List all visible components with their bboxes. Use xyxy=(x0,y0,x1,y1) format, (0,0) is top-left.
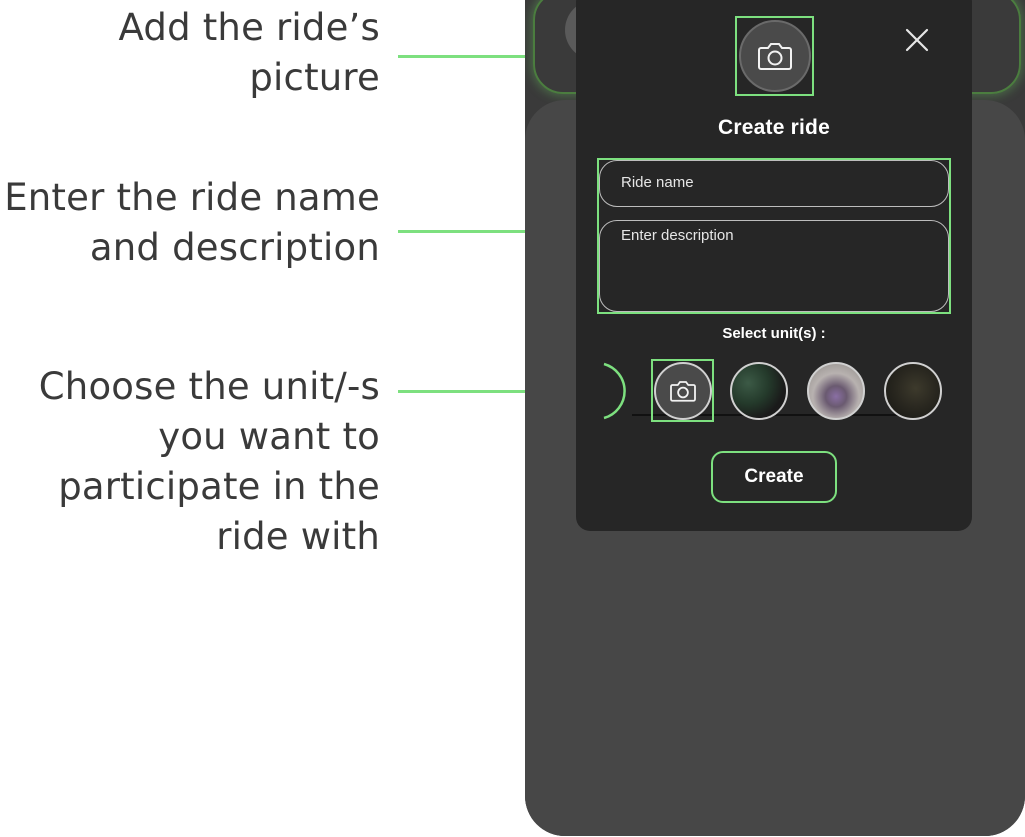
annotation-line: and description xyxy=(89,226,380,269)
select-units-label: Select unit(s) : xyxy=(722,325,826,342)
create-button[interactable]: Create xyxy=(711,451,837,503)
unit-avatar[interactable] xyxy=(730,362,788,420)
annotation-choose-units: Choose the unit/-s you want to participa… xyxy=(39,362,380,562)
annotation-line: picture xyxy=(249,56,380,99)
highlight-unit xyxy=(651,359,714,422)
unit-avatar[interactable] xyxy=(807,362,865,420)
unit-avatar[interactable] xyxy=(884,362,942,420)
annotation-line: Add the ride’s xyxy=(118,6,380,49)
annotation-line: participate in the xyxy=(58,465,380,508)
annotation-enter-name: Enter the ride name and description xyxy=(4,173,380,273)
annotation-line: you want to xyxy=(158,415,380,458)
highlight-fields xyxy=(597,158,951,314)
annotation-add-picture: Add the ride’s picture xyxy=(119,3,380,103)
close-button[interactable] xyxy=(902,25,932,55)
scroll-left-arc[interactable] xyxy=(570,360,632,422)
annotation-line: Choose the unit/-s xyxy=(38,365,380,408)
annotation-line: Enter the ride name xyxy=(4,176,380,219)
highlight-photo xyxy=(735,16,814,96)
modal-title: Create ride xyxy=(718,116,830,139)
close-icon xyxy=(905,28,929,52)
annotation-line: ride with xyxy=(216,515,380,558)
